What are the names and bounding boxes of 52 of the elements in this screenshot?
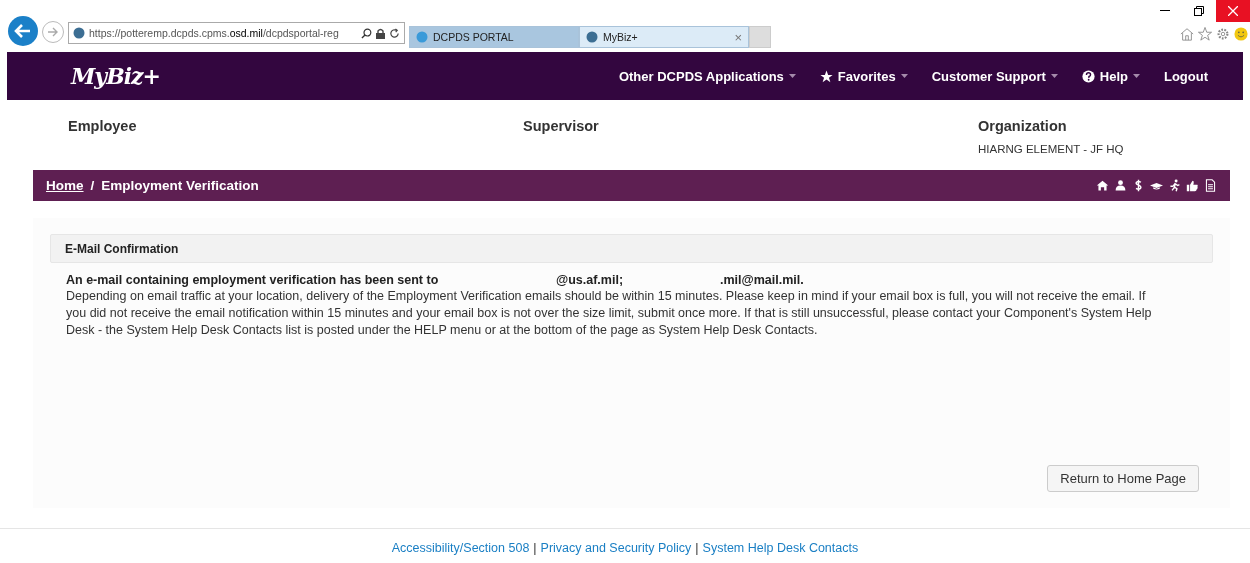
- confirmation-text: .mil@mail.mil.: [720, 273, 804, 287]
- document-icon[interactable]: [1204, 179, 1217, 192]
- smiley-icon[interactable]: [1234, 27, 1248, 41]
- confirmation-text: An e-mail containing employment verification has been sent to: [66, 273, 440, 287]
- page-title: Employment Verification: [101, 178, 259, 193]
- link-separator: |: [533, 541, 537, 556]
- url-text: https://potteremp.dcpds.cpms.osd.mil/dcpdsportal-reg: [89, 27, 339, 39]
- back-button[interactable]: [8, 16, 38, 46]
- address-bar[interactable]: https://potteremp.dcpds.cpms.osd.mil/dcpdsportal-reg: [68, 22, 405, 44]
- settings-icon[interactable]: [1216, 27, 1230, 41]
- refresh-icon[interactable]: [389, 27, 400, 39]
- restore-icon: [1194, 6, 1204, 16]
- close-button[interactable]: [1216, 0, 1250, 22]
- help-icon: [1081, 69, 1095, 83]
- link-separator: |: [695, 541, 699, 556]
- menu-item[interactable]: Favorites: [819, 68, 908, 84]
- menu-item[interactable]: Help: [1081, 68, 1140, 84]
- close-icon: [1228, 6, 1238, 16]
- back-arrow-icon: [14, 23, 32, 39]
- menu-item[interactable]: Customer Support: [931, 68, 1058, 84]
- instructions-paragraph: Depending on email traffic at your location, delivery of the Employment Verification emails should be within 15 minutes. Please keep in mind if your email box is full, you will not receive the email. If you did not receive the email notification within 15 minutes and your email box is not over the size limit, submit once more. If that is still unsuccessful, please contact your Component's System Help Desk - the System Help Desk Contacts list is posted under the HELP menu or at the bottom of the page as System Help Desk Contacts.: [66, 288, 1153, 339]
- globe-icon: [586, 31, 598, 43]
- info-heading: Supervisor: [523, 118, 600, 134]
- minimize-icon: [1160, 10, 1170, 12]
- menu-item[interactable]: Logout: [1163, 68, 1208, 84]
- panel-title: E-Mail Confirmation: [50, 234, 1213, 263]
- breadcrumb-separator: /: [90, 178, 95, 193]
- info-value: HIARNG ELEMENT - JF HQ: [978, 143, 1125, 155]
- lock-icon: [376, 27, 385, 39]
- footer-link[interactable]: System Help Desk Contacts: [702, 541, 859, 556]
- forward-arrow-icon: [47, 27, 59, 37]
- return-home-button[interactable]: Return to Home Page: [1047, 465, 1199, 492]
- browser-tab[interactable]: MyBiz+ ×: [579, 26, 749, 48]
- home-icon[interactable]: [1096, 179, 1109, 192]
- confirmation-text: @us.af.mil;: [556, 273, 625, 287]
- user-icon[interactable]: [1114, 179, 1127, 192]
- footer-link[interactable]: Accessibility/Section 508: [391, 541, 530, 556]
- footer-link[interactable]: Privacy and Security Policy: [540, 541, 692, 556]
- runner-icon[interactable]: [1168, 179, 1181, 192]
- star-icon[interactable]: [1198, 27, 1212, 41]
- globe-icon: [73, 27, 85, 39]
- browser-tab[interactable]: DCPDS PORTAL: [409, 26, 579, 48]
- menu-item[interactable]: Other DCPDS Applications: [618, 68, 796, 84]
- thumbs-up-icon[interactable]: [1186, 179, 1199, 192]
- globe-icon: [416, 31, 428, 43]
- star-icon: [819, 69, 833, 83]
- search-icon[interactable]: [361, 27, 372, 39]
- home-link[interactable]: Home: [46, 178, 84, 193]
- logo[interactable]: MyBiz+: [71, 63, 160, 89]
- info-heading: Organization: [978, 118, 1068, 134]
- close-tab-button[interactable]: ×: [734, 29, 742, 45]
- info-heading: Employee: [68, 118, 138, 134]
